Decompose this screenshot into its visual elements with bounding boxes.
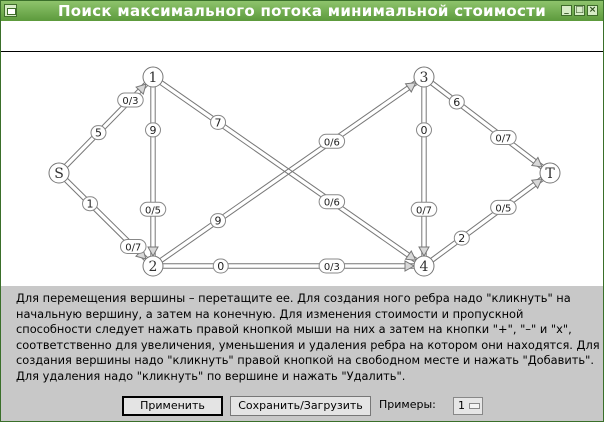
edge-line[interactable] [159,84,415,263]
edge-flow-label[interactable]: 0/5 [145,205,161,216]
window-title: Поиск максимального потока минимальной с… [57,2,547,20]
edge-cost-label[interactable]: 0 [421,124,428,137]
graph-node-label[interactable]: S [54,166,64,182]
edge-flow-label[interactable]: 0/6 [324,137,340,148]
edge-cost-label[interactable]: 6 [453,96,460,109]
edge-flow-label[interactable]: 0/7 [416,205,432,216]
title-bar[interactable]: Поиск максимального потока минимальной с… [1,1,603,21]
graph-node-label[interactable]: T [545,166,555,182]
edge-cost-label[interactable]: 1 [87,198,94,211]
graph-canvas[interactable]: 5 0/3 1 0/7 9 0/5 7 0/6 9 0/6 0 0/3 0 0/7 6 0/7 2 0/5 S 1 2 3… [1,21,603,286]
edge-cost-label[interactable]: 5 [95,127,102,140]
edge-arrowhead[interactable] [418,246,430,258]
edge-line[interactable] [432,80,544,166]
edge-flow-label[interactable]: 0/5 [495,203,511,214]
save-load-button[interactable]: Сохранить/Загрузить [230,396,371,416]
instructions-paragraph: Для перемещения вершины – перетащите ее.… [16,291,600,383]
edge-flow-label[interactable]: 0/3 [324,262,340,273]
edge-flow-label[interactable]: 0/6 [324,198,340,209]
edge-cost-label[interactable]: 9 [150,124,157,137]
minimize-button[interactable]: _ [561,5,572,16]
edge-flow-label[interactable]: 0/3 [122,96,138,107]
examples-selected-value: 1 [458,399,465,412]
edge-line[interactable] [430,84,542,170]
instructions-text: Для перемещения вершины – перетащите ее.… [16,291,601,385]
examples-select[interactable]: 1 [453,397,483,415]
edge-arrowhead[interactable] [530,156,543,168]
edge-cost-label[interactable]: 9 [215,215,222,228]
edge-line[interactable] [430,176,541,259]
edge-cost-label[interactable]: 2 [458,232,465,245]
edge-cost-label[interactable]: 0 [217,260,224,273]
examples-label: Примеры: [379,398,436,411]
edge-line[interactable] [433,180,544,263]
apply-button[interactable]: Применить [122,396,223,416]
graph-svg[interactable]: 5 0/3 1 0/7 9 0/5 7 0/6 9 0/6 0 0/3 0 0/7 6 0/7 2 0/5 S 1 2 3… [1,21,603,286]
edge-line[interactable] [162,84,418,263]
graph-node-label[interactable]: 4 [420,259,429,275]
edge-arrowhead[interactable] [404,82,417,93]
close-button[interactable]: × [587,5,598,16]
edge-arrowhead[interactable] [147,246,159,258]
edge-arrowhead[interactable] [404,250,417,261]
edge-flow-label[interactable]: 0/7 [495,133,511,144]
graph-node-label[interactable]: 2 [149,259,158,275]
graph-node-label[interactable]: 1 [149,70,158,86]
edge-line[interactable] [159,80,415,259]
maximize-button[interactable]: □ [574,5,585,16]
graph-node-label[interactable]: 3 [420,70,429,86]
edge-flow-label[interactable]: 0/7 [125,242,141,253]
edge-arrowhead[interactable] [404,260,416,272]
edge-arrowhead[interactable] [530,178,543,190]
edge-line[interactable] [162,80,418,259]
edge-arrowhead[interactable] [135,83,147,96]
chevron-down-icon[interactable] [469,403,480,409]
app-window: Поиск максимального потока минимальной с… [0,0,604,422]
edge-cost-label[interactable]: 7 [215,116,222,129]
